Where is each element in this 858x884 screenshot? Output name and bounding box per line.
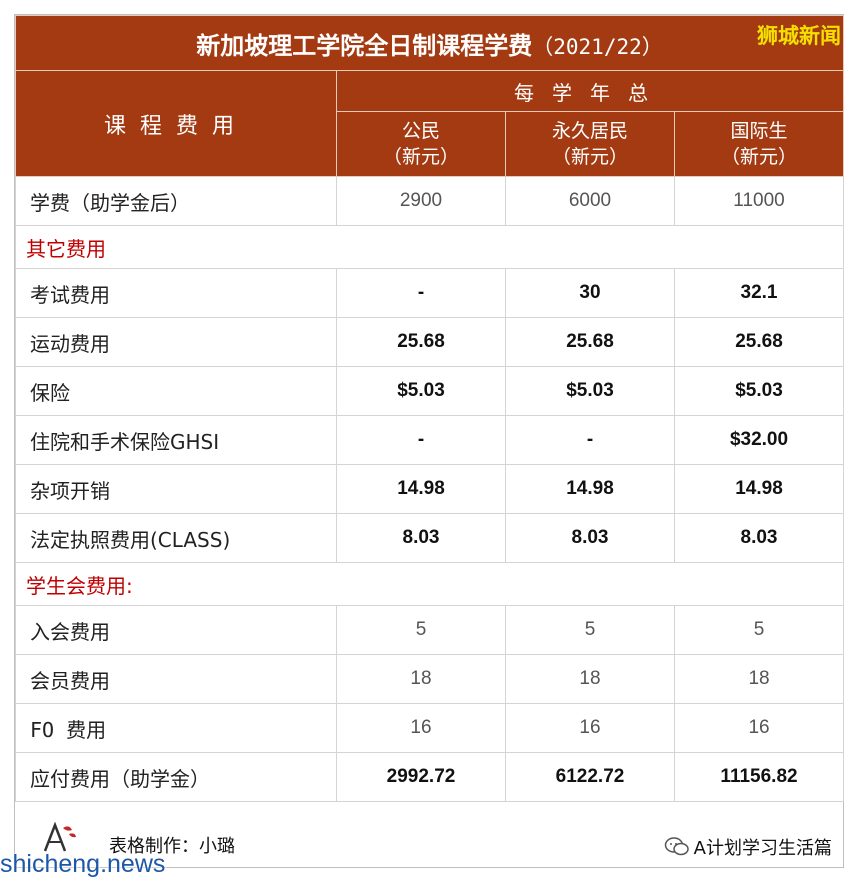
cell-value: 32.1 [673,268,845,318]
header-pr: 永久居民 （新元） [505,111,675,177]
section-other-fees: 其它费用 [14,225,845,269]
a-plan-logo-icon [43,822,76,852]
header-international: 国际生 （新元） [673,111,845,177]
row-label: 会员费用 [15,654,337,704]
cell-value: $5.03 [505,366,675,416]
fee-table: 新加坡理工学院全日制课程学费（2021/22） 狮城新闻 课程费用 每学年总 公… [14,15,845,802]
row-label: 保险 [15,366,337,416]
table-row: 法定执照费用(CLASS) 8.03 8.03 8.03 [15,513,845,563]
cell-value: 16 [505,703,675,753]
header-pr-label: 永久居民 [551,120,628,142]
table-row: 住院和手术保险GHSI - - $32.00 [15,415,845,465]
table-row: 考试费用 - 30 32.1 [15,268,845,318]
header-international-unit: （新元） [721,146,798,168]
table-row: 杂项开销 14.98 14.98 14.98 [15,464,845,514]
section-union-fees: 学生会费用: [14,562,845,606]
row-label: 法定执照费用(CLASS) [15,513,337,563]
header-citizen-label: 公民 [401,120,440,142]
table-row: FO 费用 16 16 16 [15,703,845,753]
cell-value: 14.98 [505,464,675,514]
section-row: 其它费用 [14,225,845,269]
section-row: 学生会费用: [14,562,845,606]
cell-value: 16 [336,703,506,753]
header-citizen-unit: （新元） [382,146,459,168]
table-row: 会员费用 18 18 18 [15,654,845,704]
row-label-total: 应付费用（助学金） [15,752,337,802]
cell-value: 14.98 [336,464,506,514]
row-label: 杂项开销 [15,464,337,514]
cell-value: 8.03 [336,513,506,563]
cell-value: 25.68 [505,317,675,367]
row-label: 住院和手术保险GHSI [15,415,337,465]
cell-value: 18 [673,654,845,704]
table-row: 保险 $5.03 $5.03 $5.03 [15,366,845,416]
cell-value: 18 [336,654,506,704]
row-label-tuition: 学费（助学金后） [15,176,337,226]
header-row-1: 课程费用 每学年总 [15,70,845,177]
wechat-account: A计划学习生活篇 [664,834,832,860]
cell-value: $32.00 [673,415,845,465]
cell-value: $5.03 [336,366,506,416]
brand-label: 狮城新闻 [757,24,842,48]
title-row: 新加坡理工学院全日制课程学费（2021/22） 狮城新闻 [14,15,845,71]
cell-value: - [336,268,506,318]
header-citizen: 公民 （新元） [336,111,506,177]
cell-value: - [505,415,675,465]
site-watermark: shicheng.news [0,850,166,878]
cell-value: 30 [505,268,675,318]
cell-value: 5 [336,605,506,655]
cell-value: 6122.72 [505,752,675,802]
total-row: 应付费用（助学金） 2992.72 6122.72 11156.82 [15,752,845,802]
title-year: （2021/22） [532,34,663,59]
title-main: 新加坡理工学院全日制课程学费 [196,31,533,60]
cell-value: 2992.72 [336,752,506,802]
header-international-label: 国际生 [730,120,788,142]
wechat-account-name: A计划学习生活篇 [693,838,832,859]
table-row: 运动费用 25.68 25.68 25.68 [15,317,845,367]
table-title: 新加坡理工学院全日制课程学费（2021/22） 狮城新闻 [14,15,845,71]
cell-value: 25.68 [336,317,506,367]
cell-value: 18 [505,654,675,704]
row-label: 入会费用 [15,605,337,655]
table-row: 入会费用 5 5 5 [15,605,845,655]
header-course-fees: 课程费用 [15,70,337,177]
cell-value: 11000 [673,176,845,226]
wechat-icon [664,837,689,856]
cell-value: 25.68 [673,317,845,367]
header-pr-unit: （新元） [551,146,628,168]
row-label: 考试费用 [15,268,337,318]
cell-value: 11156.82 [673,752,845,802]
row-label: 运动费用 [15,317,337,367]
cell-value: - [336,415,506,465]
cell-value: 8.03 [505,513,675,563]
cell-value: 14.98 [673,464,845,514]
cell-value: 8.03 [673,513,845,563]
cell-value: 16 [673,703,845,753]
cell-value: 5 [505,605,675,655]
cell-value: 5 [673,605,845,655]
header-annual-total: 每学年总 [335,70,845,112]
cell-value: 6000 [505,176,675,226]
row-label: FO 费用 [15,703,337,753]
cell-value: 2900 [336,176,506,226]
table-row: 学费（助学金后） 2900 6000 11000 [15,176,845,226]
cell-value: $5.03 [673,366,845,416]
